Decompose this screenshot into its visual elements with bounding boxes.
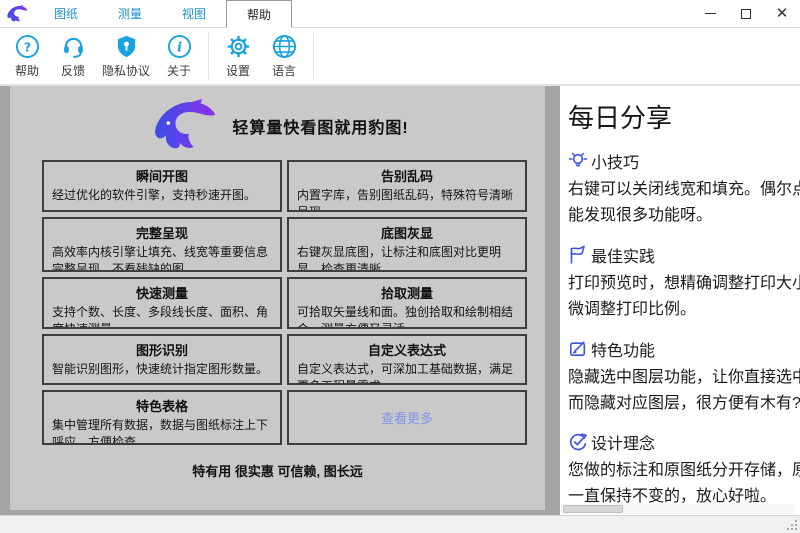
daily-share-title: 每日分享 <box>568 98 800 135</box>
daily-section-heading: 最佳实践 <box>591 243 655 267</box>
help-button[interactable]: ? 帮助 <box>4 30 50 82</box>
feature-card-quick-measure: 快速测量 支持个数、长度、多段线长度、面积、角度快速测量。 <box>42 277 282 329</box>
feature-title: 图形识别 <box>52 340 272 359</box>
status-bar <box>0 515 800 533</box>
app-window: 图纸 测量 视图 帮助 ✕ ? 帮助 反馈 <box>0 0 800 533</box>
resize-grip-icon[interactable] <box>786 519 797 530</box>
main-canvas-area: 轻算量快看图就用豹图! 瞬间开图 经过优化的软件引擎，支持秒速开图。 告别乱码 … <box>0 86 800 515</box>
target-check-icon <box>568 432 588 452</box>
settings-button-label: 设置 <box>226 62 250 79</box>
maximize-icon <box>741 9 751 19</box>
maximize-button[interactable] <box>728 0 764 27</box>
feature-card-special-table: 特色表格 集中管理所有数据，数据与图纸标注上下呼应，方便检查。 <box>42 390 282 445</box>
see-more-card: 查看更多 <box>287 390 527 445</box>
privacy-policy-button[interactable]: 隐私协议 <box>96 30 156 82</box>
gear-icon <box>226 34 251 59</box>
privacy-policy-button-label: 隐私协议 <box>102 62 150 79</box>
leopard-logo-large-icon <box>146 99 222 153</box>
feature-desc: 智能识别图形，快速统计指定图形数量。 <box>52 361 272 378</box>
feature-desc: 可拾取矢量线和面。独创拾取和绘制相结合，测量方便又灵活。 <box>297 304 517 329</box>
daily-section-heading: 小技巧 <box>591 149 639 173</box>
feature-title: 告别乱码 <box>297 166 517 185</box>
feature-title: 拾取测量 <box>297 283 517 302</box>
daily-text-line: 右键可以关闭线宽和填充。偶尔点 <box>568 177 800 203</box>
globe-icon <box>272 34 297 59</box>
scrollbar-thumb[interactable] <box>563 505 623 513</box>
about-button[interactable]: i 关于 <box>156 30 202 82</box>
feature-desc: 经过优化的软件引擎，支持秒速开图。 <box>52 187 272 204</box>
daily-text-line: 能发现很多功能呀。 <box>568 203 800 229</box>
tab-help[interactable]: 帮助 <box>226 0 292 28</box>
daily-text-line: 隐藏选中图层功能，让你直接选中 <box>568 365 800 391</box>
feature-desc: 内置字库，告别图纸乱码，特殊符号清晰呈现。 <box>297 187 517 212</box>
ribbon-separator <box>313 33 314 79</box>
daily-text-line: 您做的标注和原图纸分开存储，原 <box>568 458 800 484</box>
close-icon: ✕ <box>776 6 789 21</box>
daily-share-panel: 每日分享 小技巧 右键可以关闭线宽和填充。偶尔点 能发现很多功能呀。 <box>560 86 800 515</box>
tab-view[interactable]: 视图 <box>162 0 226 27</box>
tab-drawing[interactable]: 图纸 <box>34 0 98 27</box>
shield-keyhole-icon <box>114 34 139 59</box>
settings-button[interactable]: 设置 <box>215 30 261 82</box>
svg-text:?: ? <box>23 39 30 54</box>
daily-section-heading: 设计理念 <box>591 430 655 454</box>
see-more-link[interactable]: 查看更多 <box>381 408 433 427</box>
feature-title: 底图灰显 <box>297 223 517 242</box>
language-button-label: 语言 <box>272 62 296 79</box>
feature-title: 完整呈现 <box>52 223 272 242</box>
window-controls: ✕ <box>692 0 800 27</box>
daily-text-line: 而隐藏对应图层，很方便有木有? <box>568 391 800 417</box>
feature-card-full-render: 完整呈现 高效率内核引擎让填充、线宽等重要信息完整呈现。不看残缺的图。 <box>42 217 282 272</box>
bulb-icon <box>568 151 588 171</box>
ribbon-separator <box>208 33 209 79</box>
feature-card-shape-recognition: 图形识别 智能识别图形，快速统计指定图形数量。 <box>42 334 282 385</box>
edit-document-icon <box>568 339 588 359</box>
feature-title: 瞬间开图 <box>52 166 272 185</box>
title-tab-bar: 图纸 测量 视图 帮助 ✕ <box>0 0 800 28</box>
feature-title: 特色表格 <box>52 396 272 415</box>
bottom-slogan: 特有用 很实惠 可信赖, 图长远 <box>10 461 545 480</box>
feature-desc: 支持个数、长度、多段线长度、面积、角度快速测量。 <box>52 304 272 329</box>
close-button[interactable]: ✕ <box>764 0 800 27</box>
feature-title: 自定义表达式 <box>297 340 517 359</box>
daily-section-heading: 特色功能 <box>591 337 655 361</box>
language-button[interactable]: 语言 <box>261 30 307 82</box>
feature-card-grey-base: 底图灰显 右键灰显底图，让标注和底图对比更明显，检查更清晰。 <box>287 217 527 272</box>
feature-title: 快速测量 <box>52 283 272 302</box>
feedback-button-label: 反馈 <box>61 62 85 79</box>
daily-text-line: 打印预览时，想精确调整打印大小 <box>568 271 800 297</box>
tab-measure[interactable]: 测量 <box>98 0 162 27</box>
feature-card-instant-open: 瞬间开图 经过优化的软件引擎，支持秒速开图。 <box>42 160 282 212</box>
daily-section-design-philosophy: 设计理念 您做的标注和原图纸分开存储，原 一直保持不变的，放心好啦。 <box>568 430 800 510</box>
minimize-icon <box>705 13 716 14</box>
help-overview-panel: 轻算量快看图就用豹图! 瞬间开图 经过优化的软件引擎，支持秒速开图。 告别乱码 … <box>10 86 545 510</box>
help-circle-icon: ? <box>15 34 40 59</box>
leopard-logo-icon <box>0 0 34 27</box>
daily-text-line: 微调整打印比例。 <box>568 297 800 323</box>
headset-icon <box>61 34 86 59</box>
flag-icon <box>568 245 588 265</box>
horizontal-scrollbar[interactable] <box>561 504 794 514</box>
svg-text:i: i <box>176 39 181 55</box>
feature-grid: 瞬间开图 经过优化的软件引擎，支持秒速开图。 告别乱码 内置字库，告别图纸乱码，… <box>42 160 527 445</box>
hero-tagline: 轻算量快看图就用豹图! <box>232 114 408 138</box>
daily-section-best-practice: 最佳实践 打印预览时，想精确调整打印大小 微调整打印比例。 <box>568 243 800 323</box>
info-circle-icon: i <box>167 34 192 59</box>
feature-card-pick-measure: 拾取测量 可拾取矢量线和面。独创拾取和绘制相结合，测量方便又灵活。 <box>287 277 527 329</box>
minimize-button[interactable] <box>692 0 728 27</box>
feature-desc: 右键灰显底图，让标注和底图对比更明显，检查更清晰。 <box>297 244 517 272</box>
feature-desc: 集中管理所有数据，数据与图纸标注上下呼应，方便检查。 <box>52 417 272 445</box>
help-button-label: 帮助 <box>15 62 39 79</box>
feature-card-no-garbled: 告别乱码 内置字库，告别图纸乱码，特殊符号清晰呈现。 <box>287 160 527 212</box>
feature-desc: 高效率内核引擎让填充、线宽等重要信息完整呈现。不看残缺的图。 <box>52 244 272 272</box>
feedback-button[interactable]: 反馈 <box>50 30 96 82</box>
feature-desc: 自定义表达式，可深加工基础数据，满足更多工程量需求。 <box>297 361 517 385</box>
daily-section-featured-function: 特色功能 隐藏选中图层功能，让你直接选中 而隐藏对应图层，很方便有木有? <box>568 337 800 417</box>
hero-banner: 轻算量快看图就用豹图! <box>10 86 545 154</box>
feature-card-custom-expression: 自定义表达式 自定义表达式，可深加工基础数据，满足更多工程量需求。 <box>287 334 527 385</box>
ribbon-toolbar: ? 帮助 反馈 隐私协议 i 关于 <box>0 28 800 86</box>
about-button-label: 关于 <box>167 62 191 79</box>
daily-section-tips: 小技巧 右键可以关闭线宽和填充。偶尔点 能发现很多功能呀。 <box>568 149 800 229</box>
